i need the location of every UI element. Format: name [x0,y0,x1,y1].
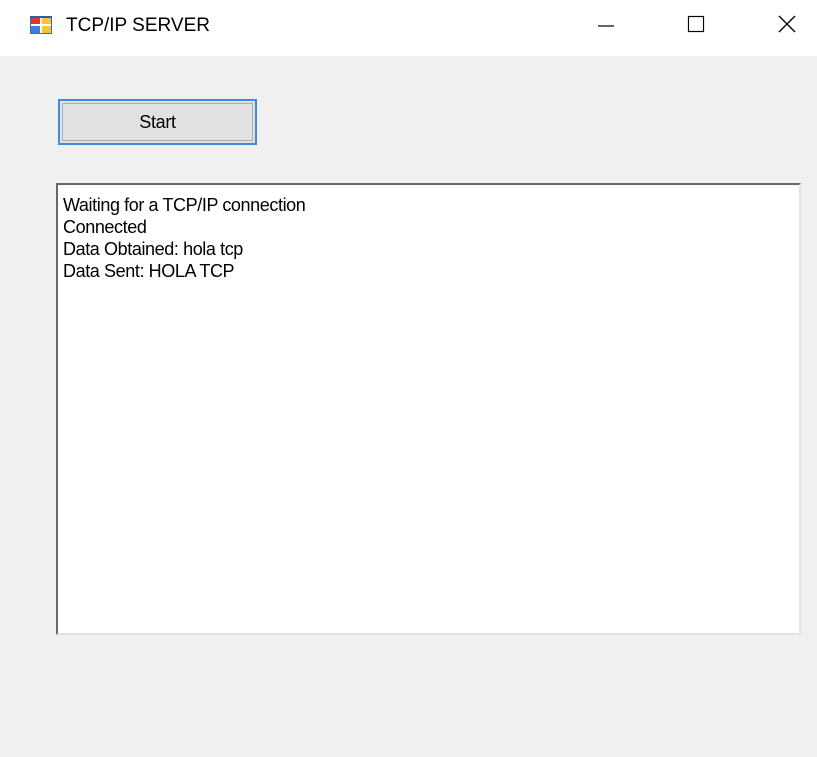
start-button-label: Start [139,111,176,132]
close-button[interactable] [757,0,817,52]
log-textbox[interactable]: Waiting for a TCP/IP connection Connecte… [56,183,801,635]
minimize-icon [596,14,616,39]
title-bar[interactable]: TCP/IP SERVER [0,0,817,56]
maximize-button[interactable] [666,0,726,52]
log-line: Waiting for a TCP/IP connection [63,195,306,215]
app-icon [30,16,52,34]
window-title: TCP/IP SERVER [66,15,210,36]
app-window: TCP/IP SERVER Start Waiting for a TCP/IP… [0,0,817,757]
close-icon [777,14,797,39]
minimize-button[interactable] [576,0,636,52]
log-line: Connected [63,217,147,237]
start-button[interactable]: Start [58,99,257,145]
log-line: Data Sent: HOLA TCP [63,261,235,281]
log-line: Data Obtained: hola tcp [63,239,243,259]
maximize-icon [686,14,706,39]
